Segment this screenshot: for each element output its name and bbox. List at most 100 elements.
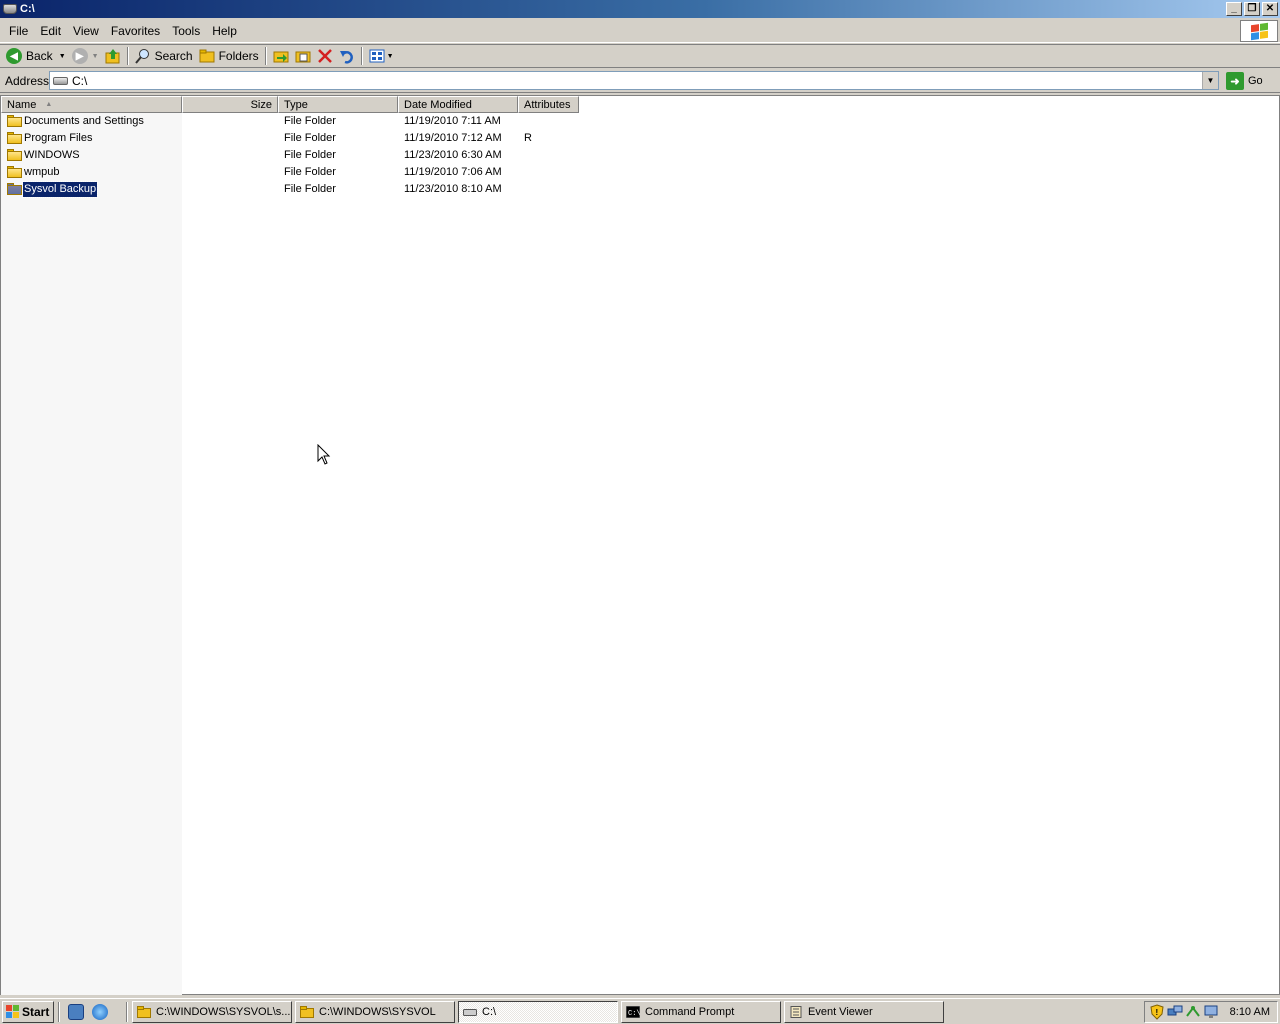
column-header-name-label: Name (7, 98, 37, 111)
row-type: File Folder (284, 166, 336, 178)
folders-icon (199, 49, 215, 63)
row-name: Sysvol Backup (21, 181, 99, 198)
drive-icon (463, 1008, 477, 1016)
row-type: File Folder (284, 132, 336, 144)
search-icon (134, 49, 149, 64)
windows-logo-icon (6, 1005, 19, 1018)
folder-icon (7, 132, 22, 144)
address-dropdown-button[interactable]: ▼ (1202, 72, 1218, 89)
connection-icon[interactable] (1185, 1004, 1201, 1020)
delete-button[interactable] (314, 45, 336, 67)
table-row[interactable]: WINDOWS File Folder 11/23/2010 6:30 AM (1, 147, 1277, 164)
column-header-date-label: Date Modified (404, 98, 472, 111)
table-row[interactable]: Program Files File Folder 11/19/2010 7:1… (1, 130, 1277, 147)
folder-icon (7, 115, 22, 127)
views-button[interactable]: ▼ (366, 45, 397, 67)
column-header-date-modified[interactable]: Date Modified (398, 96, 518, 113)
taskbar-divider (126, 1001, 128, 1022)
address-input[interactable]: C:\ ▼ (49, 71, 1219, 90)
menu-help[interactable]: Help (206, 22, 243, 40)
up-folder-icon (105, 49, 120, 64)
menu-tools[interactable]: Tools (166, 22, 206, 40)
undo-icon (339, 51, 353, 64)
menu-file[interactable]: File (3, 22, 34, 40)
row-type: File Folder (284, 149, 336, 161)
window-controls: _ ❐ ✕ (1226, 2, 1278, 16)
views-dropdown-icon[interactable]: ▼ (387, 53, 394, 60)
folder-icon (7, 183, 22, 195)
forward-dropdown-icon[interactable]: ▼ (92, 53, 99, 60)
task-label: C:\ (482, 1005, 497, 1018)
folder-icon (137, 1005, 151, 1018)
column-headers: Name ▲ Size Type Date Modified Attribute… (1, 96, 579, 113)
column-header-attributes-label: Attributes (524, 98, 571, 111)
back-button[interactable]: ◀ Back ▼ (3, 45, 69, 67)
close-button[interactable]: ✕ (1262, 2, 1278, 16)
address-label: Address (5, 73, 50, 88)
taskbar: Start C:\WINDOWS\SYSVOL\s... C:\WINDOWS\… (0, 998, 1280, 1024)
folders-button[interactable]: Folders (196, 45, 262, 67)
row-name: WINDOWS (24, 149, 80, 161)
network-icon[interactable] (1167, 1004, 1183, 1020)
window-title: C:\ (20, 3, 35, 15)
column-header-size[interactable]: Size (182, 96, 278, 113)
folders-label: Folders (218, 49, 259, 63)
internet-explorer-icon[interactable] (92, 1003, 108, 1020)
table-row[interactable]: Documents and Settings File Folder 11/19… (1, 113, 1277, 130)
minimize-button[interactable]: _ (1226, 2, 1242, 16)
move-to-button[interactable] (270, 45, 292, 67)
table-row[interactable]: wmpub File Folder 11/19/2010 7:06 AM (1, 164, 1277, 181)
up-folder-button[interactable] (102, 45, 124, 67)
address-value: C:\ (72, 73, 88, 88)
drive-icon (53, 76, 68, 85)
row-type: File Folder (284, 115, 336, 127)
row-attributes: R (524, 132, 532, 144)
address-bar: Address C:\ ▼ ➜ Go (0, 69, 1280, 93)
views-icon (369, 49, 385, 63)
row-date: 11/23/2010 6:30 AM (404, 149, 502, 161)
task-event-viewer[interactable]: Event Viewer (784, 1000, 944, 1023)
start-label: Start (22, 1004, 50, 1019)
copy-to-button[interactable] (292, 45, 314, 67)
clock[interactable]: 8:10 AM (1230, 1006, 1270, 1018)
search-button[interactable]: Search (132, 45, 196, 67)
row-date: 11/19/2010 7:11 AM (404, 115, 501, 127)
windows-logo-icon (1240, 20, 1278, 42)
start-button[interactable]: Start (2, 1000, 54, 1023)
undo-button[interactable] (336, 45, 358, 67)
toolbar-separator (264, 47, 267, 65)
taskbar-divider (58, 1001, 60, 1022)
column-header-attributes[interactable]: Attributes (518, 96, 579, 113)
row-name: Program Files (24, 132, 93, 144)
title-bar[interactable]: C:\ _ ❐ ✕ (0, 0, 1280, 18)
task-sysvol-s[interactable]: C:\WINDOWS\SYSVOL\s... (132, 1000, 292, 1023)
menu-view[interactable]: View (67, 22, 105, 40)
task-sysvol[interactable]: C:\WINDOWS\SYSVOL (295, 1000, 455, 1023)
show-desktop-icon[interactable] (68, 1003, 84, 1020)
table-row-selected[interactable]: Sysvol Backup File Folder 11/23/2010 8:1… (1, 181, 1277, 198)
restore-button[interactable]: ❐ (1244, 2, 1260, 16)
row-type: File Folder (284, 183, 336, 195)
column-header-type[interactable]: Type (278, 96, 398, 113)
copy-to-icon (295, 51, 311, 63)
row-name: wmpub (24, 166, 60, 178)
forward-button[interactable]: ▶ ▼ (69, 45, 102, 67)
row-date: 11/23/2010 8:10 AM (404, 183, 502, 195)
go-button[interactable]: ➜ Go (1226, 71, 1263, 91)
menu-favorites[interactable]: Favorites (105, 22, 166, 40)
column-header-name[interactable]: Name ▲ (1, 96, 182, 113)
row-date: 11/19/2010 7:06 AM (404, 166, 502, 178)
task-c-drive[interactable]: C:\ (458, 1000, 618, 1023)
column-header-size-label: Size (250, 98, 272, 111)
task-label: C:\WINDOWS\SYSVOL (319, 1005, 436, 1018)
security-shield-icon[interactable]: ! (1149, 1004, 1165, 1020)
file-list[interactable]: Name ▲ Size Type Date Modified Attribute… (0, 95, 1280, 995)
system-tray: ! 8:10 AM (1144, 1001, 1278, 1023)
folder-icon (7, 166, 22, 178)
svg-text:C:\: C:\ (628, 1010, 640, 1018)
monitor-icon[interactable] (1203, 1004, 1219, 1020)
task-command-prompt[interactable]: C:\ Command Prompt (621, 1000, 781, 1023)
menu-edit[interactable]: Edit (34, 22, 67, 40)
task-label: C:\WINDOWS\SYSVOL\s... (156, 1005, 291, 1018)
back-dropdown-icon[interactable]: ▼ (59, 53, 66, 60)
